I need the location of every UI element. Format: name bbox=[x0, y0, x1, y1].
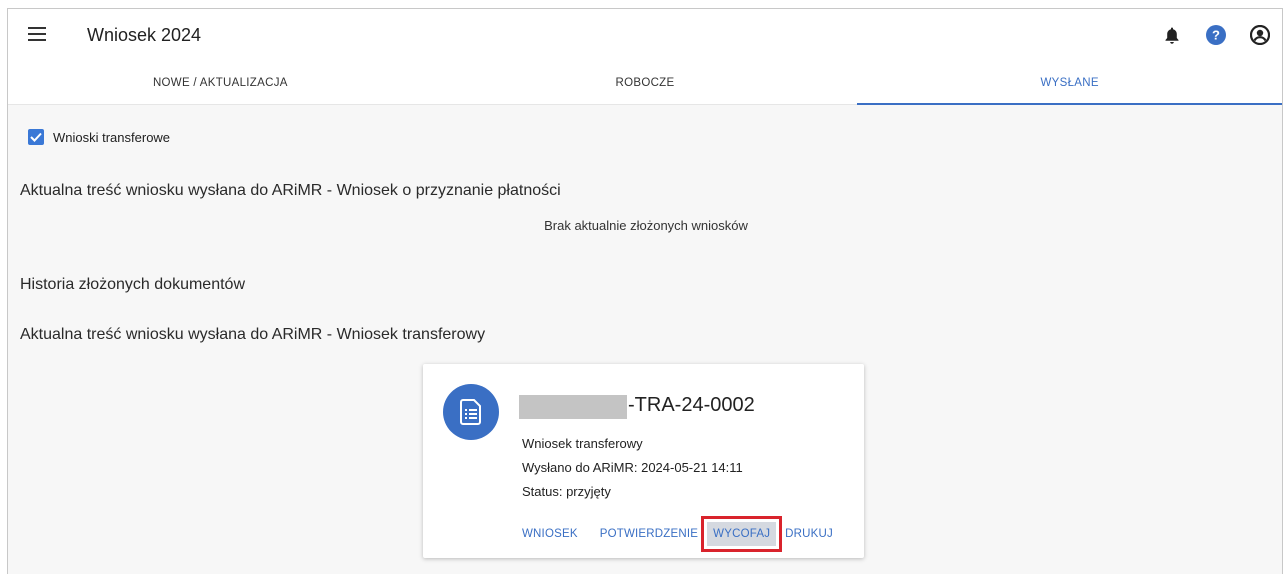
tab-wyslane[interactable]: WYSŁANE bbox=[857, 63, 1282, 105]
help-icon[interactable]: ? bbox=[1204, 23, 1228, 47]
sent-date: Wysłano do ARiMR: 2024-05-21 14:11 bbox=[522, 460, 743, 475]
bell-icon[interactable] bbox=[1160, 23, 1184, 47]
payment-section-heading: Aktualna treść wniosku wysłana do ARiMR … bbox=[20, 182, 561, 199]
drukuj-button[interactable]: DRUKUJ bbox=[785, 528, 833, 540]
tab-bar: NOWE / AKTUALIZACJA ROBOCZE WYSŁANE bbox=[8, 63, 1282, 105]
potwierdzenie-button[interactable]: POTWIERDZENIE bbox=[600, 528, 698, 540]
card-actions: WNIOSEK POTWIERDZENIE WYCOFAJ DRUKUJ bbox=[522, 516, 833, 552]
document-id: -TRA-24-0002 bbox=[628, 394, 755, 416]
account-icon[interactable] bbox=[1248, 23, 1272, 47]
transfer-section-heading: Aktualna treść wniosku wysłana do ARiMR … bbox=[20, 326, 486, 343]
redacted-id-prefix bbox=[519, 395, 627, 419]
document-status: Status: przyjęty bbox=[522, 484, 611, 499]
history-heading: Historia złożonych dokumentów bbox=[20, 276, 245, 293]
document-type: Wniosek transferowy bbox=[522, 436, 643, 451]
transfer-filter: Wnioski transferowe bbox=[28, 129, 170, 145]
app-window: Wniosek 2024 ? NOWE / AKTUALIZACJA ROBOC… bbox=[7, 8, 1283, 574]
wycofaj-button[interactable]: WYCOFAJ bbox=[701, 516, 783, 552]
transfer-checkbox[interactable] bbox=[28, 129, 44, 145]
menu-icon[interactable] bbox=[28, 27, 46, 43]
tab-robocze[interactable]: ROBOCZE bbox=[433, 63, 858, 104]
document-list-icon bbox=[443, 384, 499, 440]
svg-text:?: ? bbox=[1212, 28, 1220, 43]
page-title: Wniosek 2024 bbox=[87, 25, 202, 45]
tab-nowe-aktualizacja[interactable]: NOWE / AKTUALIZACJA bbox=[8, 63, 433, 104]
document-card: -TRA-24-0002 Wniosek transferowy Wysłano… bbox=[423, 364, 864, 558]
app-bar: Wniosek 2024 ? bbox=[8, 9, 1282, 63]
main-content: Wnioski transferowe Aktualna treść wnios… bbox=[8, 106, 1282, 574]
transfer-checkbox-label: Wnioski transferowe bbox=[53, 129, 171, 145]
wniosek-button[interactable]: WNIOSEK bbox=[522, 528, 578, 540]
payment-empty-message: Brak aktualnie złożonych wniosków bbox=[544, 218, 748, 233]
